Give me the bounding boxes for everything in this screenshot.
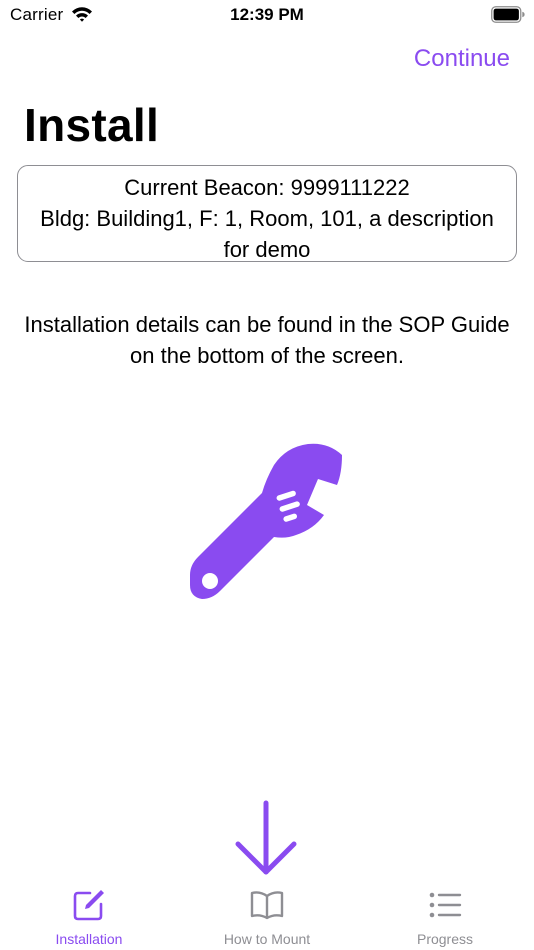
instructions-text: Installation details can be found in the… xyxy=(24,312,510,368)
beacon-info-box: Current Beacon: 9999111222 Bldg: Buildin… xyxy=(17,165,517,262)
clock: 12:39 PM xyxy=(230,5,304,24)
list-bullet-icon xyxy=(429,892,462,918)
book-icon xyxy=(250,891,284,920)
tab-label-progress: Progress xyxy=(416,931,474,947)
square-pencil-icon xyxy=(73,890,104,921)
status-bar: Carrier 12:39 PM xyxy=(0,0,534,30)
tab-how-to-mount[interactable]: How to Mount xyxy=(178,878,356,950)
tab-progress[interactable]: Progress xyxy=(356,878,534,950)
beacon-location-label: Bldg: Building1, F: 1, Room, 101, a desc… xyxy=(40,206,494,262)
tab-label-installation: Installation xyxy=(55,931,123,947)
battery-icon xyxy=(491,6,525,23)
arrow-down-icon xyxy=(235,800,297,875)
current-beacon-label: Current Beacon: 9999111222 xyxy=(124,175,410,200)
tab-installation[interactable]: Installation xyxy=(0,878,178,950)
page-title: Install xyxy=(24,99,160,151)
wrench-icon xyxy=(190,443,342,599)
tab-label-how-to-mount: How to Mount xyxy=(223,931,311,947)
continue-button[interactable]: Continue xyxy=(414,45,510,73)
tab-bar: Installation How to Mount Progress xyxy=(0,878,534,950)
